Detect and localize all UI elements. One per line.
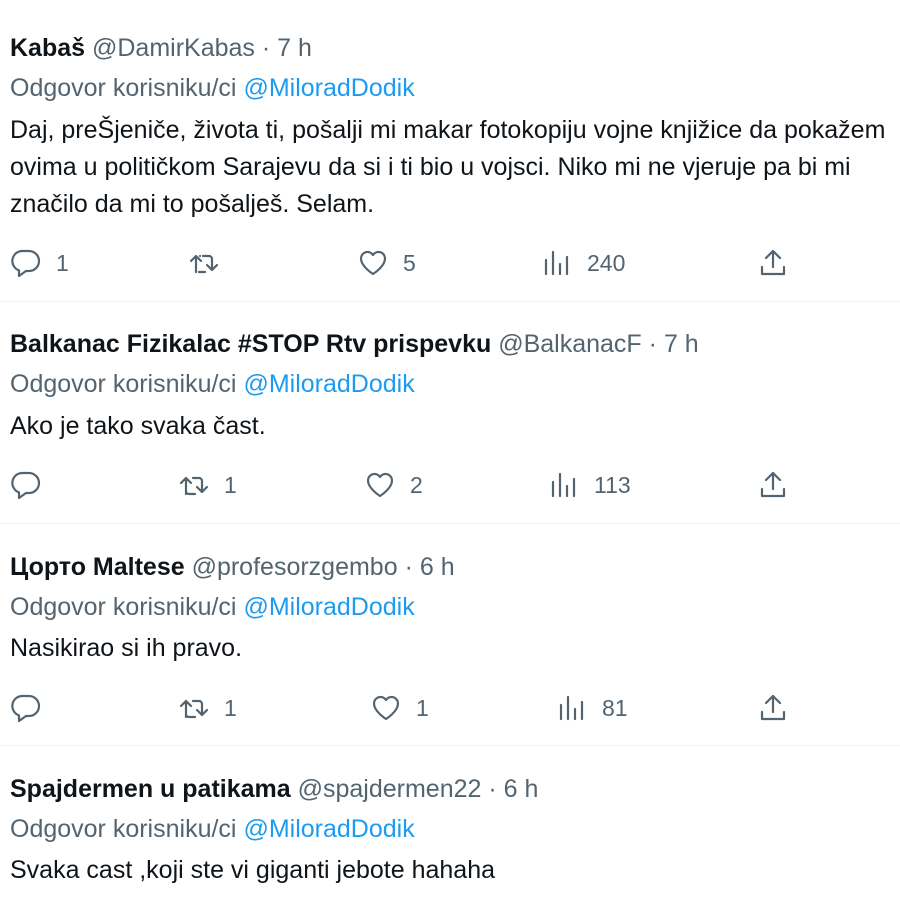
tweet-text: Daj, preŠjeniče, života ti, pošalji mi m…	[10, 116, 886, 218]
reply-mention[interactable]: @MiloradDodik	[243, 370, 414, 398]
share-icon	[760, 694, 786, 721]
like-icon	[372, 695, 400, 721]
retweet-button[interactable]: 1	[178, 691, 237, 725]
tweet-header: Kabaš @DamirKabas · 7 h	[10, 33, 312, 63]
retweet-count: 1	[224, 471, 237, 498]
author-name[interactable]: Цорто Maltese	[10, 553, 185, 581]
views-button[interactable]: 81	[556, 691, 628, 725]
reply-icon	[11, 471, 41, 500]
tweet-text: Svaka cast ,koji ste vi giganti jebote h…	[10, 856, 496, 884]
reply-button[interactable]: 1	[10, 246, 69, 280]
author-handle[interactable]: @profesorzgembo	[192, 553, 398, 581]
tweet-text: Nasikirao si ih pravo.	[10, 634, 243, 662]
action-bar: 1 2 113	[0, 468, 900, 502]
separator: ·	[648, 330, 657, 358]
retweet-count: 1	[224, 694, 237, 721]
author-name[interactable]: Balkanac Fizikalac #STOP Rtv prispevku	[10, 330, 491, 358]
reply-icon	[11, 249, 41, 278]
retweet-icon	[189, 254, 219, 274]
tweet[interactable]: Spajdermen u patikama @spajdermen22 · 6 …	[0, 746, 900, 903]
share-button[interactable]	[757, 246, 789, 280]
retweet-button[interactable]: 1	[178, 468, 237, 502]
reply-context: Odgovor korisniku/ci @MiloradDodik	[10, 73, 415, 103]
reply-icon	[11, 694, 41, 723]
author-name[interactable]: Kabaš	[10, 34, 85, 62]
reply-prefix: Odgovor korisniku/ci	[10, 815, 237, 843]
like-button[interactable]: 2	[364, 468, 423, 502]
retweet-button[interactable]	[188, 246, 234, 280]
reply-prefix: Odgovor korisniku/ci	[10, 370, 237, 398]
reply-count: 1	[56, 249, 69, 276]
share-icon	[760, 249, 786, 276]
reply-button[interactable]	[10, 691, 56, 725]
retweet-icon	[179, 699, 209, 719]
retweet-icon	[179, 476, 209, 496]
separator: ·	[261, 34, 271, 62]
share-button[interactable]	[757, 691, 789, 725]
tweet-header: Цорто Maltese @profesorzgembo · 6 h	[10, 552, 455, 582]
reply-feed: Kabaš @DamirKabas · 7 h Odgovor korisnik…	[0, 0, 900, 903]
reply-context: Odgovor korisniku/ci @MiloradDodik	[10, 814, 415, 844]
views-button[interactable]: 240	[541, 246, 625, 280]
tweet[interactable]: Цорто Maltese @profesorzgembo · 6 h Odgo…	[0, 524, 900, 746]
share-icon	[760, 471, 786, 498]
timestamp[interactable]: 7 h	[277, 34, 312, 62]
tweet-header: Balkanac Fizikalac #STOP Rtv prispevku @…	[10, 329, 699, 359]
reply-prefix: Odgovor korisniku/ci	[10, 593, 237, 621]
reply-mention[interactable]: @MiloradDodik	[243, 74, 414, 102]
author-name[interactable]: Spajdermen u patikama	[10, 775, 291, 803]
author-handle[interactable]: @spajdermen22	[298, 775, 482, 803]
share-button[interactable]	[757, 468, 789, 502]
like-count: 1	[416, 694, 429, 721]
timestamp[interactable]: 7 h	[664, 330, 699, 358]
separator: ·	[488, 775, 497, 803]
like-count: 5	[403, 249, 416, 276]
separator: ·	[404, 553, 413, 581]
views-icon	[559, 695, 584, 721]
tweet[interactable]: Kabaš @DamirKabas · 7 h Odgovor korisnik…	[0, 0, 900, 302]
action-bar: 1 1 81	[0, 691, 900, 725]
like-icon	[359, 250, 387, 276]
reply-prefix: Odgovor korisniku/ci	[10, 74, 237, 102]
reply-mention[interactable]: @MiloradDodik	[243, 815, 414, 843]
tweet[interactable]: Balkanac Fizikalac #STOP Rtv prispevku @…	[0, 302, 900, 524]
tweet-text: Ako je tako svaka čast.	[10, 412, 266, 440]
author-handle[interactable]: @BalkanacF	[498, 330, 642, 358]
like-button[interactable]: 1	[370, 691, 429, 725]
like-icon	[366, 472, 394, 498]
like-count: 2	[410, 471, 423, 498]
views-count: 81	[602, 694, 628, 721]
views-icon	[551, 472, 576, 498]
tweet-header: Spajdermen u patikama @spajdermen22 · 6 …	[10, 774, 538, 804]
reply-context: Odgovor korisniku/ci @MiloradDodik	[10, 592, 415, 622]
reply-context: Odgovor korisniku/ci @MiloradDodik	[10, 369, 415, 399]
timestamp[interactable]: 6 h	[420, 553, 455, 581]
views-button[interactable]: 113	[548, 468, 631, 502]
action-bar: 1 5 240	[0, 246, 900, 280]
reply-mention[interactable]: @MiloradDodik	[243, 593, 414, 621]
views-count: 240	[587, 249, 626, 276]
timestamp[interactable]: 6 h	[504, 775, 539, 803]
like-button[interactable]: 5	[357, 246, 416, 280]
views-count: 113	[594, 471, 631, 498]
reply-button[interactable]	[10, 468, 56, 502]
author-handle[interactable]: @DamirKabas	[92, 34, 255, 62]
views-icon	[544, 250, 569, 276]
